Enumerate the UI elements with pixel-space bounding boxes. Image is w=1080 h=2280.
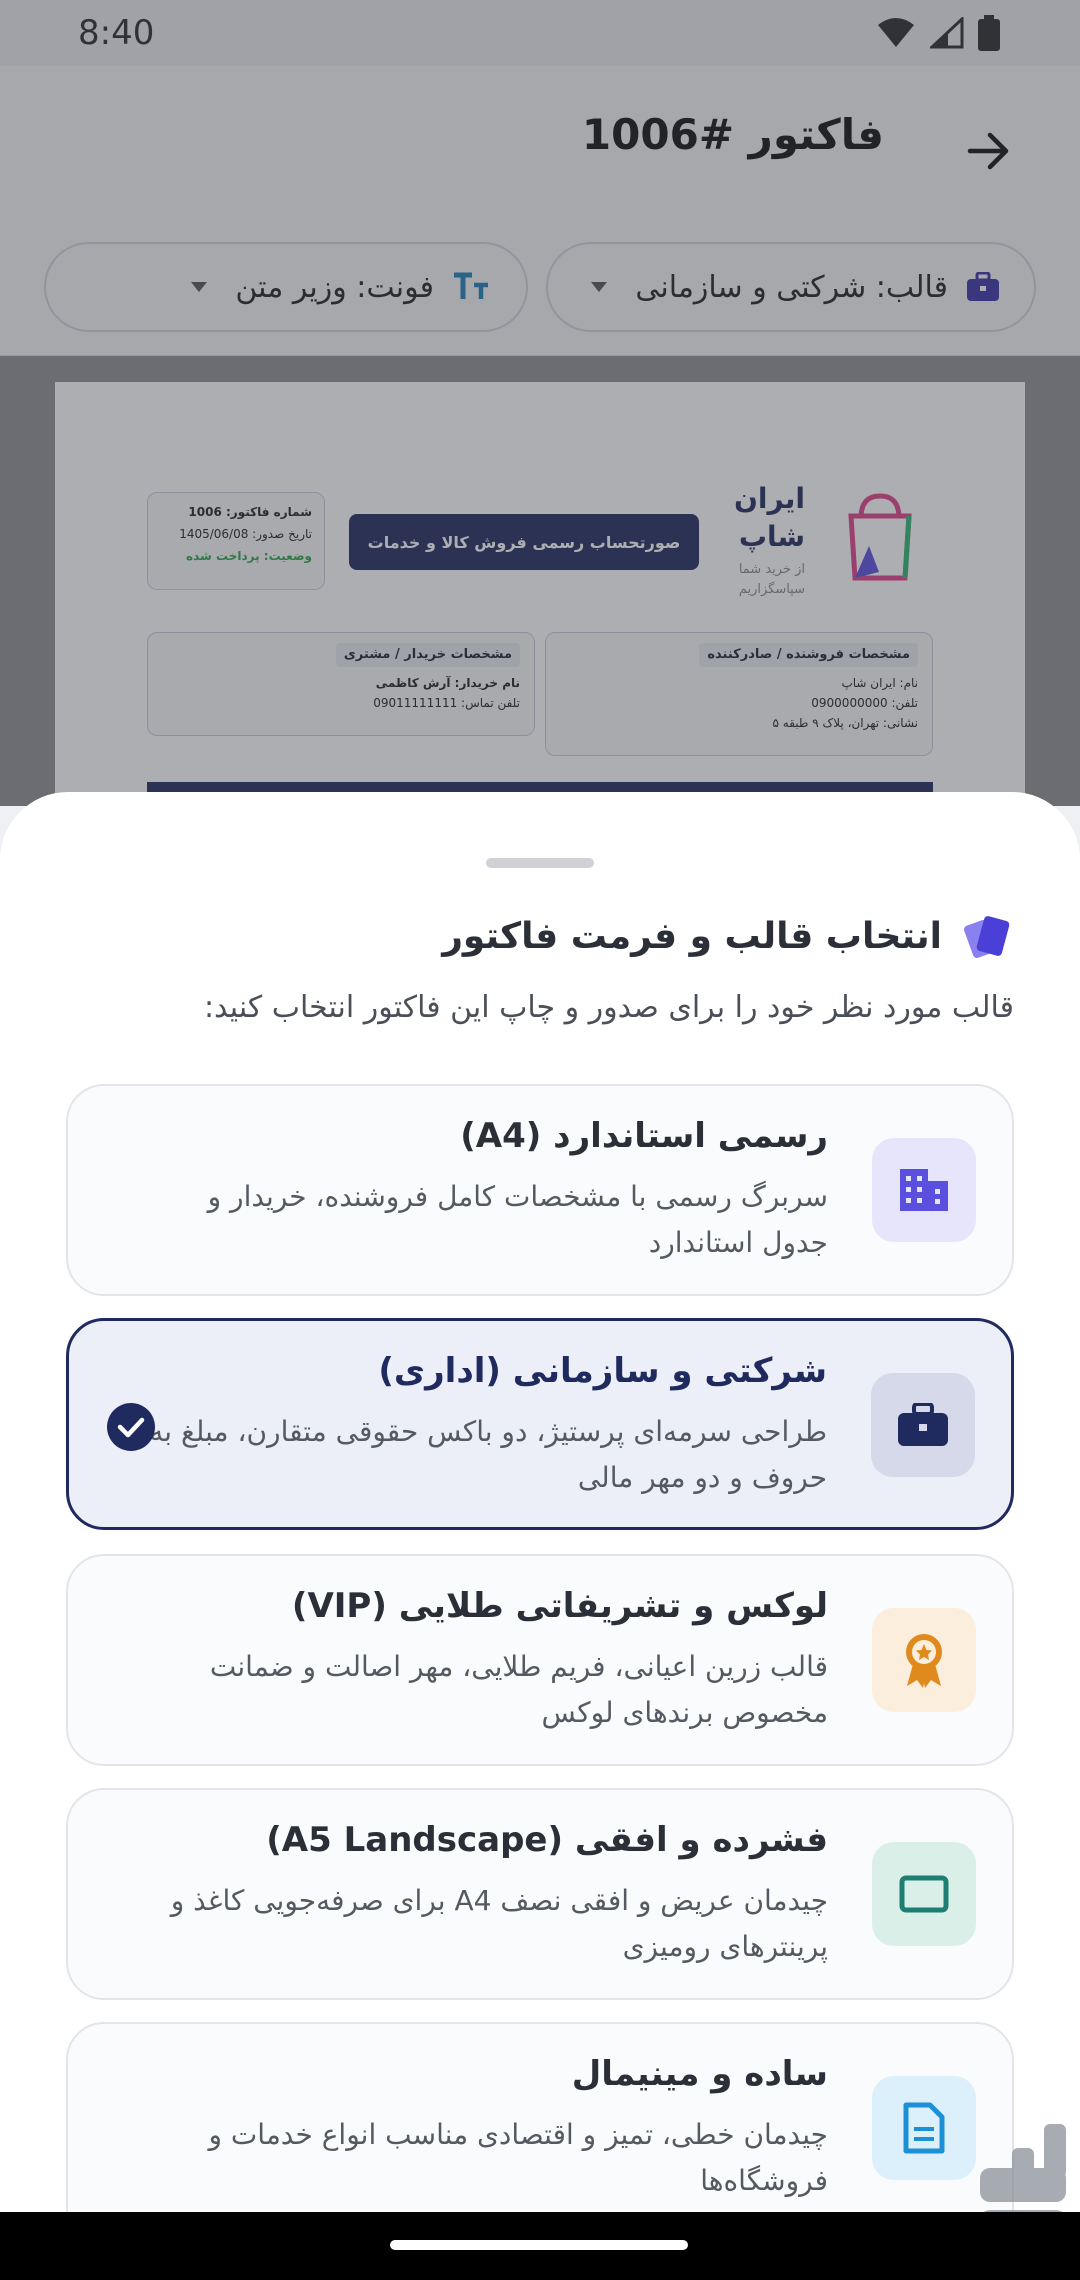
- template-option-minimal[interactable]: ساده و مینیمال چیدمان خطی، تمیز و اقتصاد…: [66, 2022, 1014, 2212]
- option-description: چیدمان خطی، تمیز و اقتصادی مناسب انواع خ…: [208, 2118, 829, 2197]
- option-title: لوکس و تشریفاتی طلایی (VIP): [291, 1586, 828, 1626]
- navigation-bar: [0, 2212, 1080, 2280]
- sheet-subtitle: قالب مورد نظر خود را برای صدور و چاپ این…: [203, 990, 1014, 1025]
- template-option-official[interactable]: رسمی استاندارد (A4) سربرگ رسمی با مشخصات…: [66, 1084, 1014, 1296]
- option-icon-box: [872, 1608, 976, 1712]
- option-description: قالب زرین اعیانی، فریم طلایی، مهر اصالت …: [209, 1650, 828, 1729]
- sheet-title: انتخاب قالب و فرمت فاکتور: [442, 915, 942, 957]
- option-icon-box: [871, 1373, 975, 1477]
- option-title: فشرده و افقی (A5 Landscape): [266, 1820, 828, 1860]
- template-option-landscape[interactable]: فشرده و افقی (A5 Landscape) چیدمان عریض …: [66, 1788, 1014, 2000]
- option-icon-box: [872, 2076, 976, 2180]
- home-gesture-bar[interactable]: [390, 2240, 688, 2250]
- document-icon: [903, 2102, 945, 2154]
- screen: 8:40 فاکتور #1006 قالب: شرکتی و سازمانی …: [0, 0, 1080, 2280]
- palette-swatch-icon: [964, 916, 1010, 958]
- award-icon: [906, 1634, 942, 1688]
- option-icon-box: [872, 1842, 976, 1946]
- option-description: طراحی سرمه‌ای پرستیژ، دو باکس حقوقی متقا…: [149, 1415, 827, 1494]
- drag-handle[interactable]: [486, 858, 594, 868]
- template-option-vip[interactable]: لوکس و تشریفاتی طلایی (VIP) قالب زرین اع…: [66, 1554, 1014, 1766]
- template-option-corporate[interactable]: شرکتی و سازمانی (اداری) طراحی سرمه‌ای پر…: [66, 1318, 1014, 1530]
- briefcase-icon: [898, 1403, 948, 1446]
- landscape-icon: [899, 1875, 949, 1913]
- template-bottom-sheet: انتخاب قالب و فرمت فاکتور قالب مورد نظر …: [0, 792, 1080, 2212]
- modal-scrim[interactable]: [0, 0, 1080, 806]
- option-title: شرکتی و سازمانی (اداری): [378, 1351, 827, 1391]
- selected-check-icon: [107, 1403, 155, 1451]
- sheet-header: انتخاب قالب و فرمت فاکتور: [442, 912, 1014, 960]
- option-icon-box: [872, 1138, 976, 1242]
- option-title: ساده و مینیمال: [571, 2054, 828, 2094]
- option-description: چیدمان عریض و افقی نصف A4 برای صرفه‌جویی…: [170, 1884, 828, 1963]
- building-icon: [900, 1169, 948, 1211]
- option-title: رسمی استاندارد (A4): [460, 1116, 828, 1156]
- option-description: سربرگ رسمی با مشخصات کامل فروشنده، خریدا…: [207, 1180, 828, 1259]
